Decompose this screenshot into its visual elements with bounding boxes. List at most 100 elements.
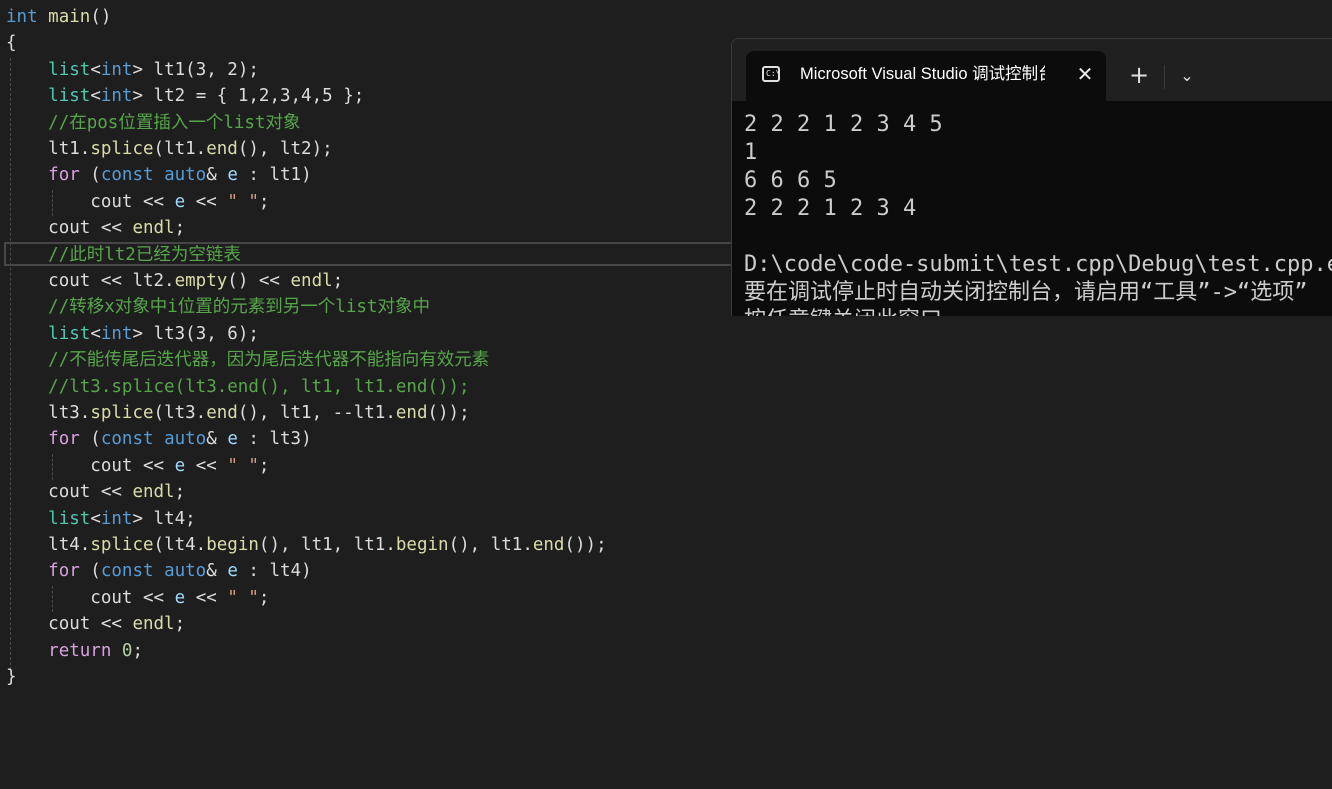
code-token: (), lt1. [448, 535, 533, 555]
code-line[interactable]: list<int> lt3(3, 6); [6, 321, 259, 347]
code-token: auto [164, 165, 207, 186]
code-line[interactable]: list<int> lt4; [6, 506, 196, 532]
code-token: list [48, 323, 91, 344]
code-line[interactable]: //lt3.splice(lt3.end(), lt1, lt1.end()); [6, 374, 470, 400]
code-token: int [100, 508, 133, 529]
code-token: << [185, 455, 228, 476]
code-line[interactable]: int main() [6, 4, 111, 30]
console-tab[interactable]: C:\ Microsoft Visual Studio 调试控制台 ✕ [746, 51, 1106, 101]
code-token: < [90, 59, 101, 80]
code-token: endl [290, 271, 333, 291]
code-token: { [6, 33, 17, 54]
code-token: (lt3. [153, 403, 207, 423]
code-token: " " [227, 587, 259, 608]
code-token: //lt3.splice(lt3.end(), lt1, lt1.end()); [48, 376, 470, 397]
code-token: lt1. [48, 139, 91, 159]
code-token: (3, 6); [185, 323, 259, 344]
code-line[interactable]: list<int> lt1(3, 2); [6, 57, 259, 83]
code-token: lt2 = { 1,2,3,4,5 }; [153, 86, 365, 107]
code-token: (lt1. [153, 139, 207, 159]
console-titlebar[interactable]: C:\ Microsoft Visual Studio 调试控制台 ✕ + ⌄ [732, 39, 1332, 101]
code-token: < [90, 323, 101, 344]
code-token: e [227, 165, 238, 186]
code-token: splice [90, 139, 154, 159]
code-token: << [185, 587, 228, 608]
code-line[interactable]: cout << e << " "; [6, 189, 269, 215]
code-token: } [6, 667, 17, 687]
code-token: e [174, 191, 186, 212]
code-token: cout << lt2. [48, 271, 175, 291]
terminal-icon: C:\ [762, 66, 780, 82]
chevron-down-icon[interactable]: ⌄ [1172, 61, 1202, 91]
code-token: for [48, 561, 80, 582]
output-line: D:\code\code-submit\test.cpp\Debug\test.… [744, 252, 1332, 277]
code-token: () << [227, 271, 291, 291]
code-token: ; [258, 455, 270, 476]
code-token: lt1 [153, 59, 186, 80]
code-line[interactable]: list<int> lt2 = { 1,2,3,4,5 }; [6, 83, 364, 109]
code-line[interactable]: for (const auto& e : lt3) [6, 426, 312, 452]
code-token: << [132, 455, 175, 476]
code-line[interactable]: return 0; [6, 638, 143, 664]
code-token: : lt3) [237, 429, 312, 450]
code-line[interactable]: cout << endl; [6, 611, 185, 637]
code-token: ( [79, 429, 101, 450]
code-line[interactable]: //此时lt2已经为空链表 [6, 242, 241, 268]
console-window[interactable]: C:\ Microsoft Visual Studio 调试控制台 ✕ + ⌄ … [731, 38, 1332, 316]
code-line[interactable]: //不能传尾后迭代器，因为尾后迭代器不能指向有效元素 [6, 347, 489, 373]
code-line[interactable]: //在pos位置插入一个list对象 [6, 110, 300, 136]
code-line[interactable]: lt1.splice(lt1.end(), lt2); [6, 136, 333, 162]
code-token: list [48, 59, 91, 80]
code-line[interactable]: { [6, 30, 17, 56]
code-token: > [132, 323, 154, 344]
code-line[interactable]: lt4.splice(lt4.begin(), lt1, lt1.begin()… [6, 532, 606, 558]
code-token: end [395, 403, 428, 423]
code-token: int [6, 7, 38, 27]
plus-icon[interactable]: + [1124, 61, 1154, 91]
code-token: splice [90, 535, 154, 555]
code-line[interactable]: cout << e << " "; [6, 585, 269, 611]
code-line[interactable]: for (const auto& e : lt1) [6, 162, 311, 188]
code-token: ( [79, 561, 101, 582]
code-token: ; [174, 482, 186, 503]
close-icon[interactable]: ✕ [1072, 61, 1098, 87]
output-line: 要在调试停止时自动关闭控制台，请启用“工具”->“选项” [744, 280, 1308, 305]
code-token: > [132, 59, 154, 80]
code-token: << [132, 587, 175, 608]
code-line[interactable]: } [6, 664, 17, 690]
code-token: (), lt1, lt1. [258, 535, 396, 555]
code-line[interactable]: cout << endl; [6, 479, 185, 505]
code-token: int [100, 86, 133, 107]
code-token: > [132, 86, 154, 107]
code-token: " " [227, 455, 259, 476]
code-line[interactable]: //转移x对象中i位置的元素到另一个list对象中 [6, 294, 430, 320]
code-line[interactable]: for (const auto& e : lt4) [6, 558, 311, 584]
code-line[interactable]: cout << e << " "; [6, 453, 269, 479]
code-token: ; [174, 218, 186, 239]
code-line[interactable]: lt3.splice(lt3.end(), lt1, --lt1.end()); [6, 400, 469, 426]
code-token: //转移x对象中i位置的元素到另一个list对象中 [48, 297, 430, 318]
code-token: endl [132, 482, 175, 503]
output-line: 6 6 6 5 [744, 168, 837, 193]
code-token: list [48, 508, 91, 529]
code-line[interactable]: cout << endl; [6, 215, 185, 241]
code-token: //不能传尾后迭代器，因为尾后迭代器不能指向有效元素 [48, 350, 490, 371]
code-line[interactable]: cout << lt2.empty() << endl; [6, 268, 343, 294]
code-token: & [206, 165, 228, 186]
code-token: cout << [48, 218, 133, 239]
code-token: (lt4. [153, 535, 207, 555]
code-token: empty [174, 271, 228, 291]
code-token: for [48, 165, 80, 186]
